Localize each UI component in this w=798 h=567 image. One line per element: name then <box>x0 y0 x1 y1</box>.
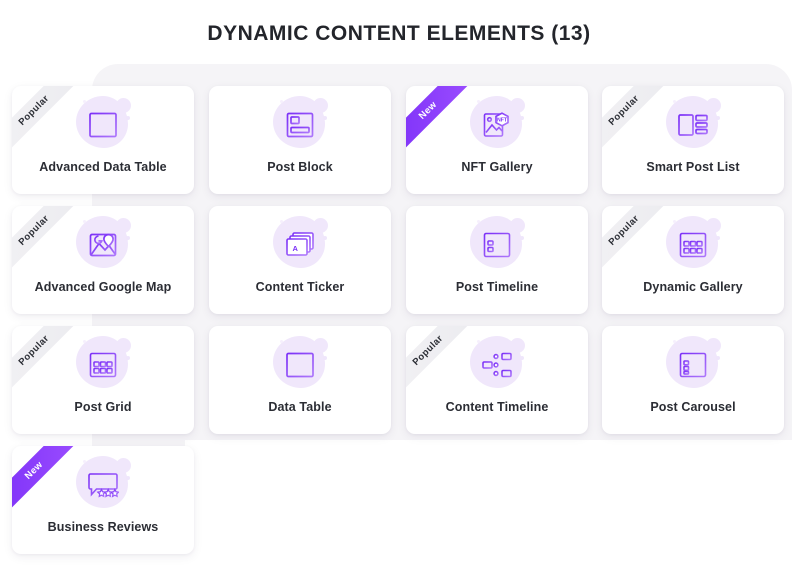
icon-blob <box>74 336 132 394</box>
icon-blob <box>271 96 329 154</box>
card-label: Content Timeline <box>445 400 549 414</box>
element-card-post-carousel[interactable]: Post Carousel <box>602 326 784 434</box>
element-card-post-grid[interactable]: Popular Post Grid <box>12 326 194 434</box>
blob-dot-large <box>126 356 130 360</box>
card-label: Post Block <box>267 160 333 174</box>
blob-dot-large <box>126 236 130 240</box>
icon-blob <box>74 456 132 514</box>
blob-dot-large <box>323 356 327 360</box>
icon-blob <box>74 96 132 154</box>
blob-dot-small <box>280 340 283 343</box>
icon-blob: NFT <box>468 96 526 154</box>
svg-text:NFT: NFT <box>497 118 508 124</box>
card-label: Post Grid <box>74 400 132 414</box>
blob-dot-large <box>716 356 720 360</box>
element-card-smart-post-list[interactable]: Popular Smart Post List <box>602 86 784 194</box>
icon-blob: A <box>271 216 329 274</box>
blob-dot-small <box>477 340 480 343</box>
card-label: Content Ticker <box>255 280 345 294</box>
blob-dot-small <box>673 100 676 103</box>
blob-dot-large <box>126 116 130 120</box>
nft-gallery-icon: NFT <box>483 112 509 137</box>
blob-dot-small <box>280 220 283 223</box>
icon-blob <box>271 336 329 394</box>
icon-blob <box>468 336 526 394</box>
card-label: Advanced Data Table <box>39 160 167 174</box>
card-label: Smart Post List <box>646 160 740 174</box>
google-map-icon <box>89 233 117 257</box>
element-card-content-timeline[interactable]: Popular Content Timeline <box>406 326 588 434</box>
icon-blob <box>468 216 526 274</box>
blob-dot-small <box>83 100 86 103</box>
icon-container <box>209 334 391 396</box>
blob-dot-large <box>520 356 524 360</box>
element-card-post-timeline[interactable]: Post Timeline <box>406 206 588 314</box>
icon-container <box>209 94 391 156</box>
business-reviews-icon <box>88 473 119 498</box>
blob-dot-small <box>477 100 480 103</box>
element-card-advanced-data-table[interactable]: Popular Advanced Data Table <box>12 86 194 194</box>
blob-dot-small <box>477 220 480 223</box>
blob-dot-large <box>716 236 720 240</box>
blob-dot-small <box>673 220 676 223</box>
blob-dot-small <box>83 460 86 463</box>
post-grid-icon <box>89 352 117 378</box>
blob-dot-small <box>83 340 86 343</box>
card-label: Post Timeline <box>455 280 539 294</box>
element-card-content-ticker[interactable]: A Content Ticker <box>209 206 391 314</box>
data-table-plain-icon <box>286 352 314 378</box>
blob-dot-small <box>673 340 676 343</box>
icon-blob <box>664 216 722 274</box>
element-card-business-reviews[interactable]: New Business Reviews <box>12 446 194 554</box>
content-ticker-icon: A <box>286 232 314 256</box>
card-label: Post Carousel <box>650 400 736 414</box>
content-timeline-icon <box>482 352 512 378</box>
data-table-icon <box>89 112 117 138</box>
smart-post-list-icon <box>678 114 708 136</box>
element-card-post-block[interactable]: Post Block <box>209 86 391 194</box>
blob-dot-large <box>716 116 720 120</box>
element-card-dynamic-gallery[interactable]: Popular Dynamic Gallery <box>602 206 784 314</box>
blob-dot-large <box>520 116 524 120</box>
icon-blob <box>664 336 722 394</box>
blob-dot-small <box>83 220 86 223</box>
icon-container <box>406 214 588 276</box>
card-label: Data Table <box>268 400 332 414</box>
blob-dot-small <box>280 100 283 103</box>
blob-dot-large <box>323 116 327 120</box>
blob-dot-large <box>126 476 130 480</box>
icon-blob <box>74 216 132 274</box>
icon-container: A <box>209 214 391 276</box>
icon-container <box>602 334 784 396</box>
post-carousel-icon <box>679 352 707 378</box>
elements-grid: Popular Advanced Data Table Post Block N… <box>0 0 798 567</box>
card-label: Dynamic Gallery <box>643 280 743 294</box>
element-card-data-table[interactable]: Data Table <box>209 326 391 434</box>
card-label: Business Reviews <box>47 520 159 534</box>
svg-text:A: A <box>293 244 299 253</box>
post-timeline-icon <box>483 232 511 258</box>
blob-dot-large <box>520 236 524 240</box>
element-card-advanced-google-map[interactable]: Popular Advanced Google Map <box>12 206 194 314</box>
card-label: Advanced Google Map <box>34 280 172 294</box>
card-label: NFT Gallery <box>461 160 533 174</box>
icon-blob <box>664 96 722 154</box>
element-card-nft-gallery[interactable]: New NFT NFT Gallery <box>406 86 588 194</box>
blob-dot-large <box>323 236 327 240</box>
dynamic-gallery-icon <box>679 232 707 258</box>
post-block-icon <box>286 112 314 138</box>
